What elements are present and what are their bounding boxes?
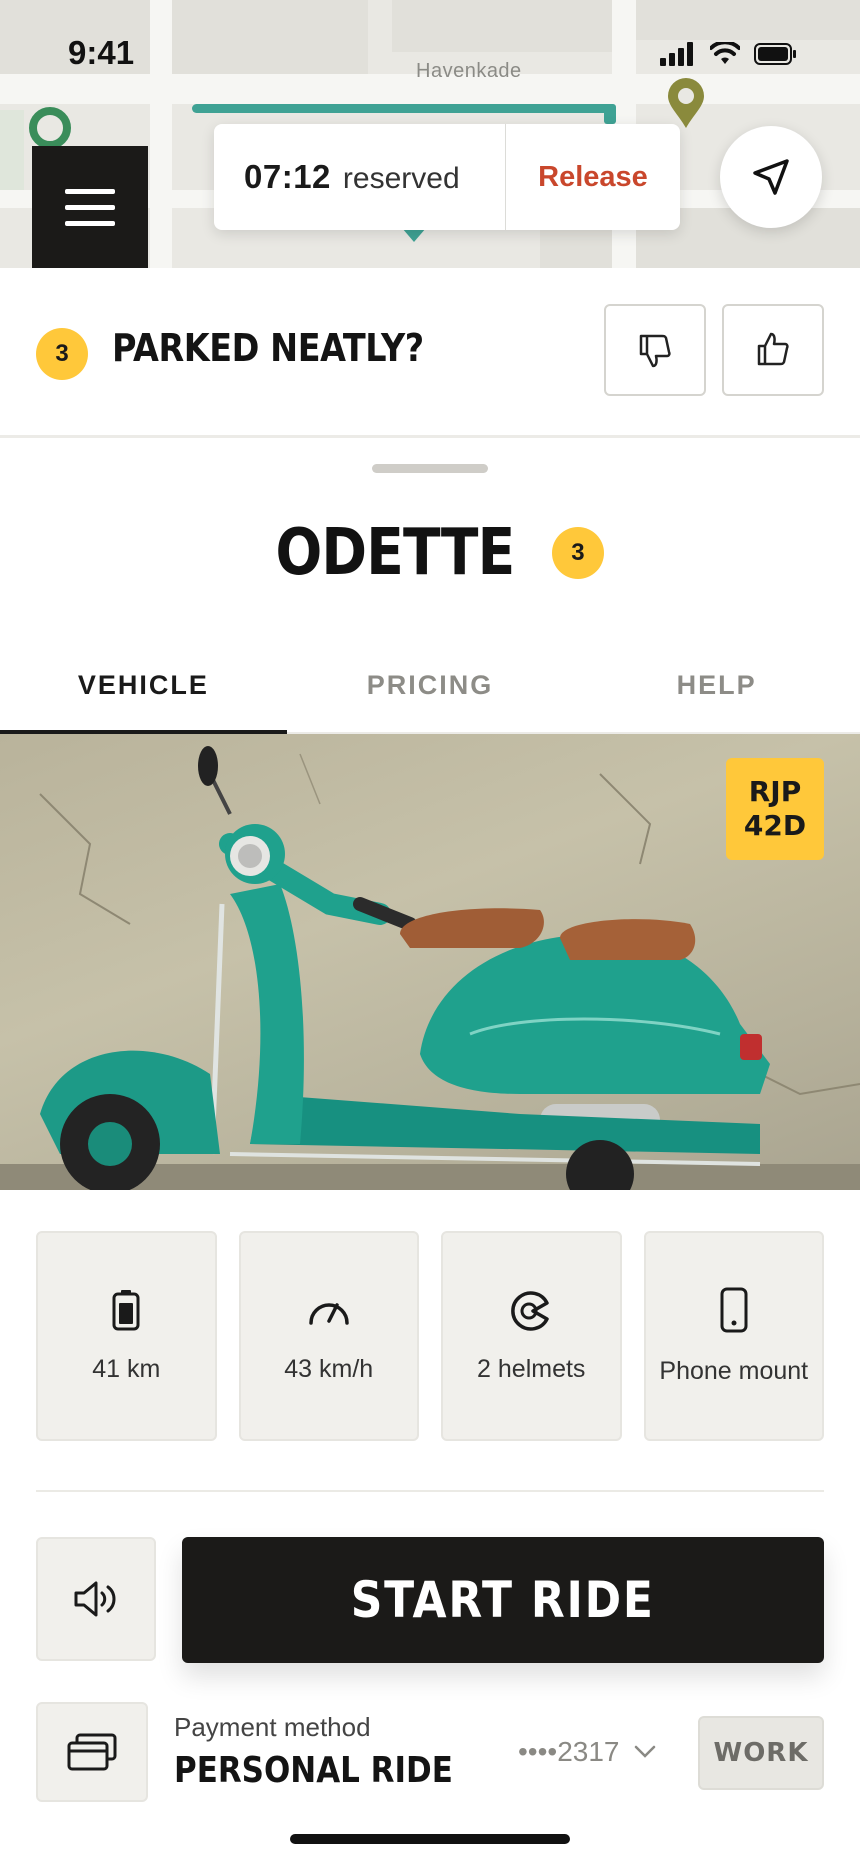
- thumbs-down-button[interactable]: [604, 304, 706, 396]
- spec-phone-mount: Phone mount: [643, 1231, 824, 1441]
- work-profile-button[interactable]: WORK: [698, 1716, 824, 1790]
- sheet-drag-handle[interactable]: [372, 464, 488, 473]
- spec-helmets-label: 2 helmets: [477, 1354, 586, 1383]
- chevron-down-icon: [634, 1745, 655, 1758]
- ring-vehicle-button[interactable]: [36, 1537, 156, 1661]
- status-bar: 9:41: [0, 0, 860, 110]
- vehicle-name: ODETTE: [275, 516, 516, 590]
- start-ride-button[interactable]: START RIDE: [182, 1537, 824, 1663]
- locate-me-button[interactable]: [720, 126, 822, 228]
- reservation-timer: 07:12 reserved: [214, 158, 505, 196]
- section-divider: [36, 1490, 824, 1492]
- battery-status-icon: [754, 43, 796, 65]
- thumbs-up-button[interactable]: [722, 304, 824, 396]
- start-ride-label: START RIDE: [350, 1571, 656, 1629]
- vehicle-specs: 41 km 43 km/h 2 helmets Phone mount: [36, 1231, 824, 1441]
- menu-bar: [65, 220, 115, 226]
- phone-icon: [720, 1287, 748, 1332]
- cards-icon: [67, 1733, 117, 1771]
- payment-caption: Payment method: [174, 1712, 371, 1742]
- status-icons: [660, 42, 798, 66]
- spec-range-label: 41 km: [92, 1354, 161, 1383]
- vehicle-tabs: VEHICLE PRICING HELP: [0, 656, 860, 734]
- wifi-icon: [710, 42, 740, 64]
- home-indicator: [290, 1834, 570, 1844]
- license-plate: RJP 42D: [726, 758, 824, 860]
- menu-bar: [65, 188, 115, 194]
- signal-icon: [660, 42, 693, 66]
- reservation-time: 07:12: [244, 158, 331, 195]
- helmet-icon: [511, 1290, 549, 1331]
- status-time: 9:41: [68, 34, 135, 71]
- card-number: ••••2317: [518, 1736, 620, 1767]
- card-selector[interactable]: ••••2317: [518, 1736, 656, 1768]
- reservation-status: reserved: [342, 162, 460, 195]
- thumbs-down-icon: [639, 334, 671, 368]
- plate-line-1: RJP: [748, 775, 802, 808]
- vehicle-badge: 3: [551, 527, 604, 579]
- vehicle-header: ODETTE 3: [0, 516, 860, 590]
- tab-pricing[interactable]: PRICING: [287, 656, 574, 732]
- plate-line-2: 42D: [743, 809, 807, 842]
- feedback-badge: 3: [36, 328, 88, 380]
- release-button[interactable]: Release: [506, 161, 680, 194]
- menu-bar: [65, 204, 115, 210]
- menu-button[interactable]: [32, 146, 148, 268]
- tab-vehicle[interactable]: VEHICLE: [0, 656, 287, 734]
- map-park: [0, 110, 24, 190]
- payment-method-button[interactable]: [36, 1702, 148, 1802]
- payment-title[interactable]: PERSONAL RIDE: [174, 1750, 453, 1791]
- spec-range: 41 km: [36, 1231, 217, 1441]
- speedometer-icon: [309, 1302, 349, 1325]
- spec-helmets: 2 helmets: [441, 1231, 622, 1441]
- start-location-pin-icon[interactable]: [28, 106, 72, 150]
- tab-help[interactable]: HELP: [573, 656, 860, 732]
- spec-speed-label: 43 km/h: [284, 1354, 374, 1383]
- speaker-icon: [74, 1581, 116, 1617]
- spec-phone-mount-label: Phone mount: [659, 1356, 809, 1385]
- route-marker-icon: [402, 228, 426, 242]
- battery-icon: [112, 1289, 140, 1330]
- feedback-question: PARKED NEATLY?: [112, 326, 424, 370]
- reservation-card: 07:12 reserved Release: [214, 124, 680, 230]
- thumbs-up-icon: [757, 332, 789, 366]
- parking-feedback: 3 PARKED NEATLY?: [0, 268, 860, 438]
- spec-speed: 43 km/h: [238, 1231, 419, 1441]
- navigation-arrow-icon: [753, 159, 789, 195]
